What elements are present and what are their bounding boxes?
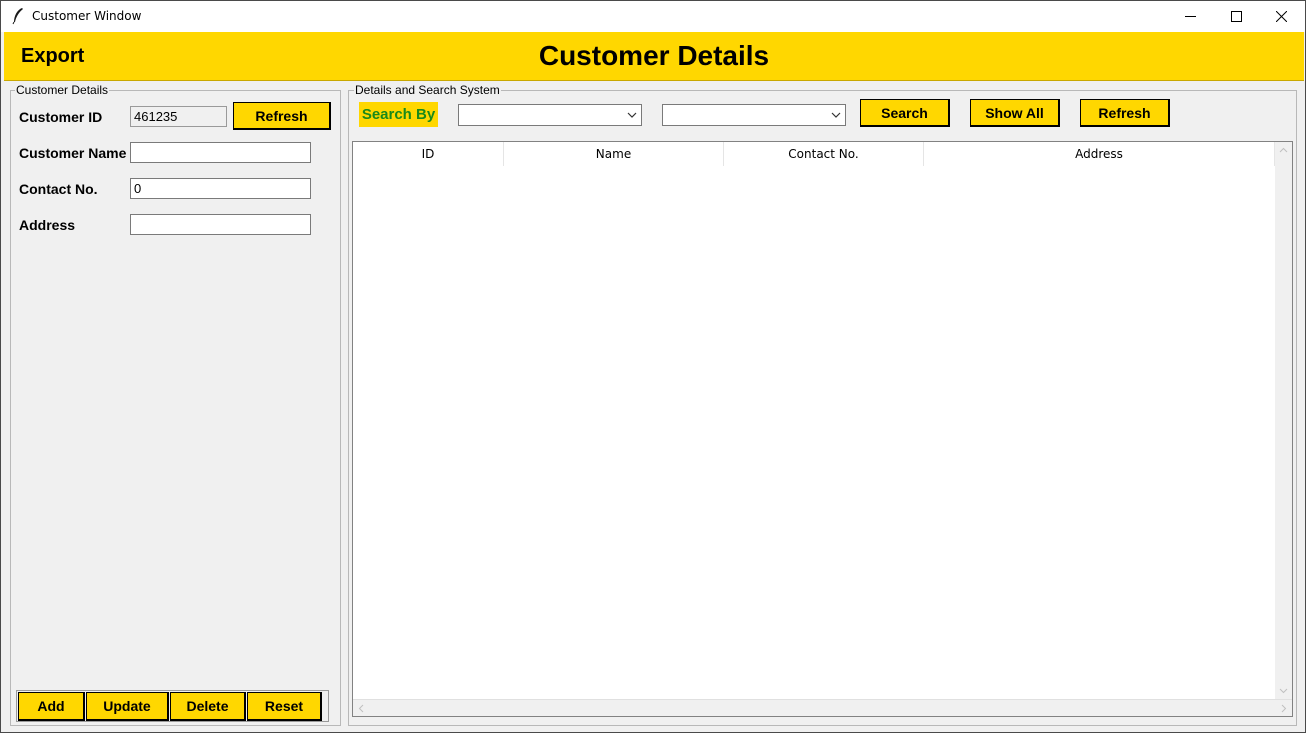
customer-table[interactable]: ID Name Contact No. Address xyxy=(352,141,1293,717)
reset-button[interactable]: Reset xyxy=(247,692,322,721)
customer-id-label: Customer ID xyxy=(19,109,103,125)
header-bar: Export Customer Details xyxy=(4,32,1304,81)
customer-details-frame-title: Customer Details xyxy=(15,83,110,97)
address-field[interactable] xyxy=(130,214,311,235)
customer-name-label: Customer Name xyxy=(19,145,127,161)
customer-id-field[interactable]: 461235 xyxy=(130,106,227,127)
window-title: Customer Window xyxy=(32,9,142,23)
address-label: Address xyxy=(19,217,76,233)
customer-name-field[interactable] xyxy=(130,142,311,163)
column-header-contact[interactable]: Contact No. xyxy=(724,142,924,166)
chevron-down-icon xyxy=(831,112,841,118)
table-header: ID Name Contact No. Address xyxy=(353,142,1275,166)
column-header-id[interactable]: ID xyxy=(353,142,504,166)
maximize-button[interactable] xyxy=(1213,1,1259,32)
customer-window: Customer Window Export Customer Details … xyxy=(0,0,1306,733)
search-text-dropdown[interactable] xyxy=(662,104,846,126)
page-title: Customer Details xyxy=(538,40,770,71)
close-button[interactable] xyxy=(1258,1,1304,32)
feather-icon xyxy=(12,8,23,25)
close-icon xyxy=(1275,11,1287,22)
minimize-button[interactable] xyxy=(1167,1,1213,32)
horizontal-scrollbar[interactable] xyxy=(353,699,1292,716)
contact-no-label: Contact No. xyxy=(19,181,98,197)
column-header-address[interactable]: Address xyxy=(924,142,1275,166)
search-field-dropdown[interactable] xyxy=(458,104,642,126)
scroll-right-icon[interactable] xyxy=(1275,700,1292,717)
search-system-frame-title: Details and Search System xyxy=(354,83,501,97)
column-header-name[interactable]: Name xyxy=(504,142,724,166)
update-button[interactable]: Update xyxy=(86,692,169,721)
scroll-down-icon[interactable] xyxy=(1275,682,1292,699)
search-button[interactable]: Search xyxy=(860,99,950,127)
scroll-up-icon[interactable] xyxy=(1275,142,1292,159)
delete-button[interactable]: Delete xyxy=(170,692,246,721)
search-by-label: Search By xyxy=(359,102,438,127)
maximize-icon xyxy=(1230,11,1242,22)
add-button[interactable]: Add xyxy=(18,692,85,721)
refresh-id-button[interactable]: Refresh xyxy=(233,102,331,130)
show-all-button[interactable]: Show All xyxy=(970,99,1060,127)
chevron-down-icon xyxy=(627,112,637,118)
scroll-left-icon[interactable] xyxy=(353,700,370,717)
contact-no-field[interactable]: 0 xyxy=(130,178,311,199)
minimize-icon xyxy=(1184,16,1196,17)
vertical-scrollbar[interactable] xyxy=(1275,142,1292,699)
refresh-table-button[interactable]: Refresh xyxy=(1080,99,1170,127)
title-bar[interactable]: Customer Window xyxy=(1,1,1305,32)
